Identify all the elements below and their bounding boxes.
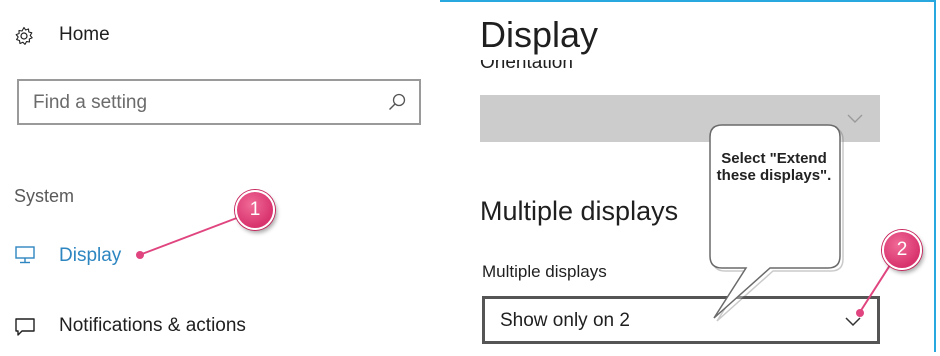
multiple-displays-heading: Multiple displays — [480, 196, 679, 226]
sidebar-item-label: Notifications & actions — [59, 315, 246, 336]
sidebar-item-display[interactable]: Display — [0, 236, 300, 276]
callout-text: Select "Extend these displays". — [716, 150, 832, 184]
orientation-dropdown[interactable] — [480, 95, 880, 142]
search-icon[interactable] — [387, 92, 407, 112]
home-link[interactable]: Home — [59, 24, 110, 46]
step-1-badge: 1 — [235, 190, 275, 230]
orientation-label: Orientation — [480, 60, 573, 80]
step-2-badge: 2 — [882, 230, 922, 270]
sidebar-item-label: Display — [59, 245, 122, 266]
multiple-displays-dropdown[interactable]: Show only on 2 — [482, 296, 880, 344]
chevron-down-icon — [845, 317, 861, 327]
gear-icon[interactable] — [14, 26, 34, 46]
multiple-displays-value: Show only on 2 — [500, 310, 630, 331]
sidebar: Home System Display Notifications & acti… — [0, 0, 440, 356]
multiple-displays-label: Multiple displays — [482, 262, 607, 281]
sidebar-item-notifications[interactable]: Notifications & actions — [0, 306, 340, 346]
chevron-down-icon — [847, 114, 863, 123]
system-section-heading: System — [14, 186, 75, 206]
orientation-label-text: Orientation — [480, 60, 573, 73]
monitor-icon — [15, 246, 35, 264]
notifications-icon — [15, 318, 35, 336]
search-input[interactable] — [33, 91, 373, 115]
page-title: Display — [480, 14, 599, 55]
search-box[interactable] — [17, 79, 421, 125]
